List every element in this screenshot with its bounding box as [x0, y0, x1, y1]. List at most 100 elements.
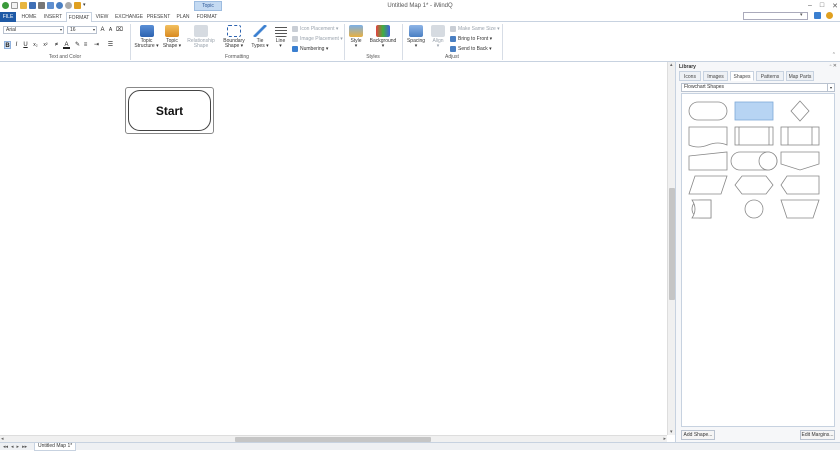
- boundary-shape-label-2: Shape ▾: [224, 43, 244, 49]
- library-panel: Library ▫ ✕ Icons Images Shapes Patterns…: [675, 62, 840, 442]
- topic-shape-button[interactable]: Topic Shape ▾: [160, 25, 184, 49]
- collapse-ribbon-icon[interactable]: ⌃: [832, 52, 836, 58]
- shapes-gallery: [681, 93, 835, 427]
- strikethrough-icon[interactable]: ≠: [53, 41, 60, 49]
- chevron-down-icon: ▾: [827, 84, 834, 91]
- shrink-font-button[interactable]: A: [107, 26, 114, 34]
- tab-plan[interactable]: PLAN: [174, 12, 192, 22]
- line-label-2: ▾: [279, 43, 282, 49]
- spacing-icon: [409, 25, 423, 37]
- bring-to-front-icon: [450, 36, 456, 42]
- document-shape: [688, 126, 728, 148]
- bold-button[interactable]: B: [4, 41, 11, 49]
- manual-input-shape: [688, 151, 728, 171]
- add-shape-button[interactable]: Add Shape...: [681, 430, 715, 440]
- vertical-scrollbar[interactable]: ▴ ▾: [667, 62, 675, 435]
- align-button[interactable]: Align ▾: [429, 25, 447, 49]
- sheet-tab-bar: ◂◂ ◂ ▸ ▸▸ Untitled Map 1*: [0, 442, 840, 451]
- off-page-connector-shape: [780, 151, 820, 171]
- scroll-down-icon[interactable]: ▾: [670, 429, 673, 435]
- image-placement-label: Image Placement ▾: [300, 36, 343, 42]
- topic-structure-button[interactable]: Topic Structure ▾: [133, 25, 160, 49]
- make-same-size-button[interactable]: Make Same Size ▾: [450, 25, 500, 33]
- superscript-button[interactable]: x²: [42, 41, 49, 49]
- font-color-button[interactable]: A: [63, 41, 70, 49]
- icon-placement-label: Icon Placement ▾: [300, 26, 339, 32]
- library-tab-shapes[interactable]: Shapes: [730, 71, 754, 81]
- background-button[interactable]: Background ▾: [368, 25, 398, 49]
- tab-exchange[interactable]: EXCHANGE: [114, 12, 144, 22]
- tab-present[interactable]: PRESENT: [145, 12, 172, 22]
- tab-home[interactable]: HOME: [18, 12, 40, 22]
- edit-margins-button[interactable]: Edit Margins...: [800, 430, 835, 440]
- library-tab-images[interactable]: Images: [703, 71, 728, 81]
- image-placement-button[interactable]: Image Placement ▾: [292, 35, 343, 43]
- make-same-size-label: Make Same Size ▾: [458, 26, 500, 32]
- color-scheme-icon[interactable]: [814, 12, 821, 19]
- minimize-button[interactable]: –: [808, 2, 812, 10]
- process-shape-selected: [734, 101, 774, 121]
- style-button[interactable]: Style ▾: [346, 25, 366, 49]
- connector-shape: [744, 199, 764, 219]
- line-button[interactable]: Line ▾: [272, 25, 289, 49]
- start-topic[interactable]: Start: [128, 90, 211, 131]
- library-tab-map-parts[interactable]: Map Parts: [786, 71, 814, 81]
- topic-shape-label-2: Shape ▾: [162, 43, 182, 49]
- send-to-back-button[interactable]: Send to Back ▾: [450, 45, 492, 53]
- library-tab-patterns[interactable]: Patterns: [756, 71, 784, 81]
- clear-format-icon[interactable]: ⌧: [116, 26, 123, 34]
- tab-insert[interactable]: INSERT: [41, 12, 65, 22]
- underline-button[interactable]: U: [22, 41, 29, 49]
- grow-font-button[interactable]: A: [99, 26, 106, 34]
- map-canvas[interactable]: [0, 62, 667, 435]
- close-button[interactable]: ✕: [832, 2, 838, 10]
- boundary-shape-button[interactable]: Boundary Shape ▾: [220, 25, 248, 49]
- help-search-input[interactable]: [743, 12, 808, 20]
- font-size-combo[interactable]: 16 ▾: [67, 26, 97, 34]
- send-to-back-icon: [450, 46, 456, 52]
- predefined-process-shape: [734, 126, 774, 146]
- tie-types-label-2: Types ▾: [251, 43, 269, 49]
- maximize-button[interactable]: □: [820, 2, 824, 10]
- relationship-shape-label-2: Shape: [193, 43, 209, 49]
- subscript-button[interactable]: x₂: [32, 41, 39, 49]
- numbering-button[interactable]: Numbering ▾: [292, 45, 328, 53]
- library-tab-icons[interactable]: Icons: [679, 71, 701, 81]
- window-title: Untitled Map 1* - iMindQ: [387, 3, 453, 9]
- group-label-adjust: Adjust: [445, 54, 459, 60]
- help-icon[interactable]: [826, 12, 833, 19]
- tab-view[interactable]: VIEW: [93, 12, 111, 22]
- topic-structure-icon: [139, 25, 154, 37]
- boundary-shape-icon: [227, 25, 241, 37]
- align-text-icon[interactable]: ≡: [82, 41, 89, 49]
- scroll-up-icon[interactable]: ▴: [670, 62, 673, 68]
- bullets-icon[interactable]: ☰: [107, 41, 114, 49]
- library-panel-controls[interactable]: ▫ ✕: [830, 63, 837, 69]
- internal-storage-shape: [780, 126, 820, 146]
- flowchart-shapes-svg: [688, 100, 820, 219]
- tab-file[interactable]: FILE: [0, 12, 16, 22]
- horizontal-scrollbar[interactable]: ◂ ▸: [0, 435, 667, 442]
- font-size-value: 16: [70, 27, 76, 33]
- send-to-back-label: Send to Back ▾: [458, 46, 492, 52]
- group-label-formatting: Formatting: [225, 54, 249, 60]
- relationship-shape-button[interactable]: Relationship Shape: [185, 25, 217, 49]
- start-topic-selection[interactable]: Start: [125, 87, 214, 134]
- tab-topic-format[interactable]: FORMAT: [194, 12, 220, 22]
- chevron-down-icon[interactable]: ▾: [800, 12, 803, 18]
- font-name-combo[interactable]: Arial ▾: [3, 26, 64, 34]
- tie-types-button[interactable]: Tie Types ▾: [249, 25, 271, 49]
- numbering-icon: [292, 46, 298, 52]
- spacing-button[interactable]: Spacing ▾: [405, 25, 427, 49]
- indent-icon[interactable]: ⇥: [93, 41, 100, 49]
- chevron-down-icon: ▾: [92, 27, 95, 32]
- shape-category-select[interactable]: Flowchart Shapes ▾: [681, 83, 835, 92]
- icon-placement-icon: [292, 26, 298, 32]
- style-label-2: ▾: [354, 43, 358, 49]
- icon-placement-button[interactable]: Icon Placement ▾: [292, 25, 338, 33]
- bring-to-front-button[interactable]: Bring to Front ▾: [450, 35, 492, 43]
- tie-types-icon: [253, 25, 267, 37]
- image-placement-icon: [292, 36, 298, 42]
- highlight-icon[interactable]: ✎: [74, 41, 81, 49]
- italic-button[interactable]: I: [13, 41, 20, 49]
